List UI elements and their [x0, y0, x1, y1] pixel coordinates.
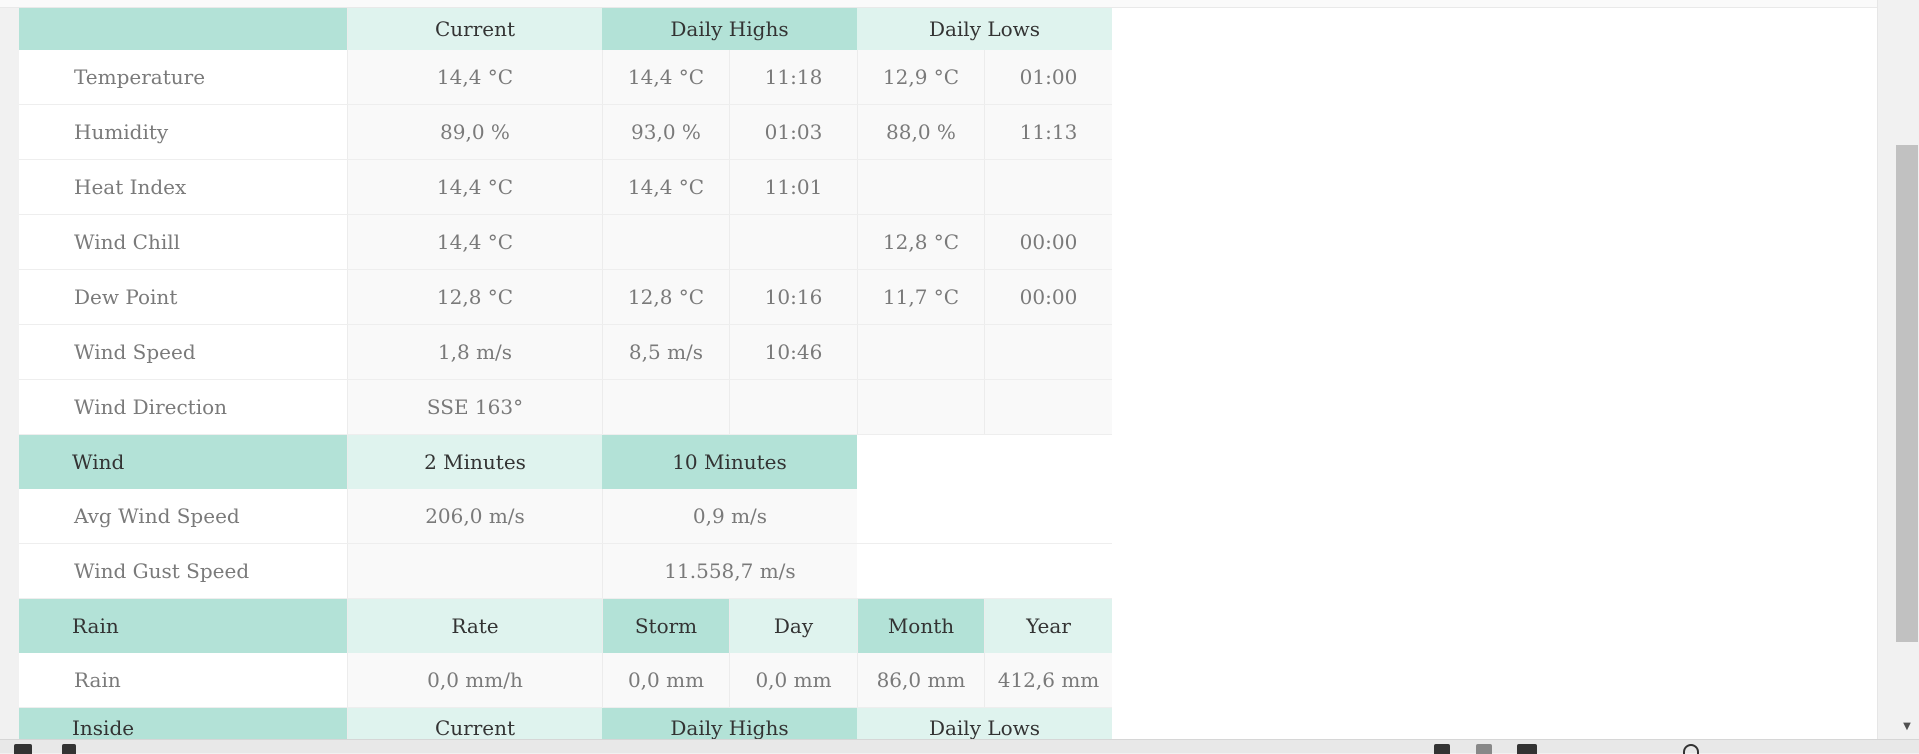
vertical-scrollbar[interactable]: ▼	[1877, 0, 1919, 739]
row-label: Rain	[19, 653, 347, 707]
wind-10min-value: 0,9 m/s	[602, 489, 857, 543]
high-time	[729, 380, 857, 434]
row-label: Wind Direction	[19, 380, 347, 434]
high-value	[602, 380, 729, 434]
low-time: 11:13	[984, 105, 1112, 159]
rain-year-value: 412,6 mm	[984, 653, 1112, 707]
low-value: 11,7 °C	[857, 270, 984, 324]
wind-2min-value: 206,0 m/s	[347, 489, 602, 543]
low-value: 12,8 °C	[857, 215, 984, 269]
taskbar	[0, 739, 1919, 754]
high-value: 12,8 °C	[602, 270, 729, 324]
wind-2min-value	[347, 544, 602, 598]
rain-header-storm: Storm	[602, 599, 729, 653]
low-value	[857, 325, 984, 379]
row-filler	[857, 489, 1112, 543]
rain-rate-value: 0,0 mm/h	[347, 653, 602, 707]
low-time: 00:00	[984, 215, 1112, 269]
rain-header-label: Rain	[19, 599, 347, 653]
low-time: 01:00	[984, 50, 1112, 104]
rain-storm-value: 0,0 mm	[602, 653, 729, 707]
table-row: Humidity 89,0 % 93,0 % 01:03 88,0 % 11:1…	[19, 105, 1112, 160]
page: Current Daily Highs Daily Lows Temperatu…	[0, 0, 1877, 748]
table-row: Wind Chill 14,4 °C 12,8 °C 00:00	[19, 215, 1112, 270]
high-time: 11:01	[729, 160, 857, 214]
rain-day-value: 0,0 mm	[729, 653, 857, 707]
high-time: 11:18	[729, 50, 857, 104]
row-label: Wind Chill	[19, 215, 347, 269]
scroll-down-arrow-icon[interactable]: ▼	[1896, 719, 1918, 733]
table-row: Dew Point 12,8 °C 12,8 °C 10:16 11,7 °C …	[19, 270, 1112, 325]
table-row: Temperature 14,4 °C 14,4 °C 11:18 12,9 °…	[19, 50, 1112, 105]
current-value: 12,8 °C	[347, 270, 602, 324]
low-value: 12,9 °C	[857, 50, 984, 104]
row-label: Wind Gust Speed	[19, 544, 347, 598]
low-time	[984, 380, 1112, 434]
high-time	[729, 215, 857, 269]
outside-header-row: Current Daily Highs Daily Lows	[19, 8, 1112, 50]
current-value: 14,4 °C	[347, 50, 602, 104]
rain-header-row: Rain Rate Storm Day Month Year	[19, 599, 1112, 653]
high-value: 14,4 °C	[602, 50, 729, 104]
wind-header-10min: 10 Minutes	[602, 435, 857, 489]
high-value: 14,4 °C	[602, 160, 729, 214]
weather-table: Current Daily Highs Daily Lows Temperatu…	[19, 8, 1112, 748]
wind-header-2min: 2 Minutes	[347, 435, 602, 489]
wind-header-label: Wind	[19, 435, 347, 489]
row-label: Avg Wind Speed	[19, 489, 347, 543]
table-row: Avg Wind Speed 206,0 m/s 0,9 m/s	[19, 489, 1112, 544]
blank-area	[1112, 8, 1877, 739]
rain-header-day: Day	[729, 599, 857, 653]
current-value: 14,4 °C	[347, 160, 602, 214]
table-row: Heat Index 14,4 °C 14,4 °C 11:01	[19, 160, 1112, 215]
current-value: 14,4 °C	[347, 215, 602, 269]
table-row: Wind Direction SSE 163°	[19, 380, 1112, 435]
low-time	[984, 160, 1112, 214]
low-time: 00:00	[984, 270, 1112, 324]
row-label: Heat Index	[19, 160, 347, 214]
table-row: Wind Gust Speed 11.558,7 m/s	[19, 544, 1112, 599]
current-value: 89,0 %	[347, 105, 602, 159]
rain-header-rate: Rate	[347, 599, 602, 653]
table-row: Wind Speed 1,8 m/s 8,5 m/s 10:46	[19, 325, 1112, 380]
table-row: Rain 0,0 mm/h 0,0 mm 0,0 mm 86,0 mm 412,…	[19, 653, 1112, 708]
current-value: SSE 163°	[347, 380, 602, 434]
row-label: Humidity	[19, 105, 347, 159]
outside-header-daily-lows: Daily Lows	[857, 8, 1112, 50]
scrollbar-thumb[interactable]	[1896, 145, 1918, 642]
rain-header-year: Year	[984, 599, 1112, 653]
outside-header-current: Current	[347, 8, 602, 50]
row-label: Dew Point	[19, 270, 347, 324]
wind-10min-value: 11.558,7 m/s	[602, 544, 857, 598]
low-time	[984, 325, 1112, 379]
row-filler	[857, 544, 1112, 598]
high-time: 10:46	[729, 325, 857, 379]
row-label: Wind Speed	[19, 325, 347, 379]
row-filler	[857, 435, 1112, 489]
outside-header-daily-highs: Daily Highs	[602, 8, 857, 50]
low-value: 88,0 %	[857, 105, 984, 159]
high-value: 8,5 m/s	[602, 325, 729, 379]
high-value: 93,0 %	[602, 105, 729, 159]
row-label: Temperature	[19, 50, 347, 104]
rain-header-month: Month	[857, 599, 984, 653]
low-value	[857, 380, 984, 434]
high-value	[602, 215, 729, 269]
rain-month-value: 86,0 mm	[857, 653, 984, 707]
outside-header-label	[19, 8, 347, 50]
low-value	[857, 160, 984, 214]
high-time: 10:16	[729, 270, 857, 324]
top-bar	[0, 0, 1877, 8]
wind-header-row: Wind 2 Minutes 10 Minutes	[19, 435, 1112, 489]
high-time: 01:03	[729, 105, 857, 159]
current-value: 1,8 m/s	[347, 325, 602, 379]
